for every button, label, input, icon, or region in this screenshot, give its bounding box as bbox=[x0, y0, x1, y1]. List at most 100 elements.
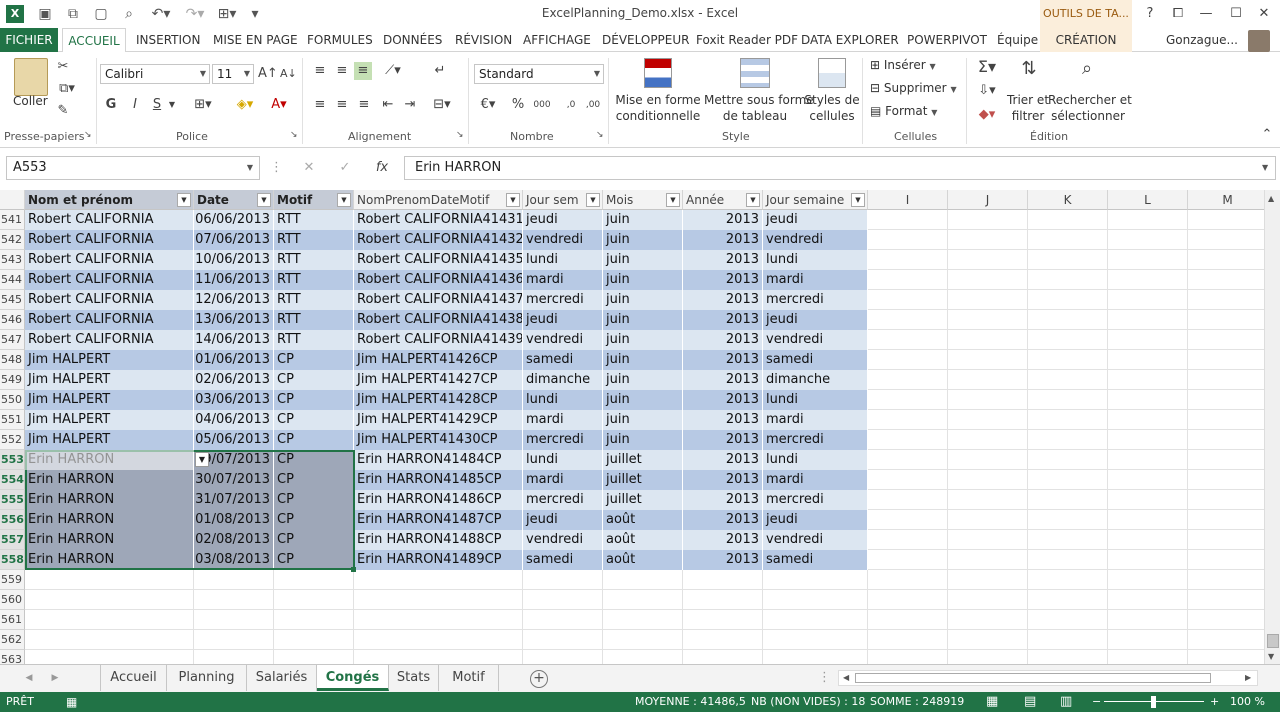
table-cell-jsem[interactable]: vendredi bbox=[763, 230, 868, 250]
row-number[interactable]: 552 bbox=[0, 430, 25, 450]
table-cell-motif[interactable]: CP bbox=[274, 510, 354, 530]
bold-button[interactable]: G bbox=[104, 96, 118, 114]
col-header-motif[interactable]: Motif ▼ bbox=[274, 190, 354, 210]
empty-cell[interactable] bbox=[1108, 230, 1188, 250]
table-cell-motif[interactable]: RTT bbox=[274, 330, 354, 350]
empty-cell[interactable] bbox=[1188, 270, 1264, 290]
table-cell-annee[interactable]: 2013 bbox=[683, 490, 763, 510]
empty-cell[interactable] bbox=[1028, 490, 1108, 510]
table-cell-js[interactable]: vendredi bbox=[523, 330, 603, 350]
table-cell-js[interactable]: mardi bbox=[523, 470, 603, 490]
table-cell-name[interactable]: Robert CALIFORNIA bbox=[25, 250, 194, 270]
empty-cell[interactable] bbox=[354, 570, 523, 590]
close-icon[interactable]: ✕ bbox=[1250, 2, 1278, 26]
autosum-icon[interactable]: Σ▾ bbox=[974, 58, 1000, 76]
empty-cell[interactable] bbox=[948, 650, 1028, 664]
filter-dropdown-icon[interactable]: ▼ bbox=[666, 193, 680, 207]
page-layout-view-icon[interactable]: ▤ bbox=[1024, 692, 1036, 712]
tab-data[interactable]: DONNÉES bbox=[379, 28, 446, 52]
table-cell-name[interactable]: Erin HARRON bbox=[25, 530, 194, 550]
table-cell-combo[interactable]: Robert CALIFORNIA41436RTT bbox=[354, 270, 523, 290]
table-cell-annee[interactable]: 2013 bbox=[683, 450, 763, 470]
table-cell-jsem[interactable]: jeudi bbox=[763, 510, 868, 530]
minimize-icon[interactable]: — bbox=[1192, 2, 1220, 26]
empty-cell[interactable] bbox=[1108, 370, 1188, 390]
table-cell-jsem[interactable]: mercredi bbox=[763, 490, 868, 510]
table-cell-date[interactable]: 02/08/2013 bbox=[194, 530, 274, 550]
sheet-tab-accueil[interactable]: Accueil bbox=[101, 665, 167, 691]
row-number[interactable]: 555 bbox=[0, 490, 25, 510]
formula-bar-handle-icon[interactable]: ⋮ bbox=[270, 159, 283, 177]
table-cell-combo[interactable]: Jim HALPERT41426CP bbox=[354, 350, 523, 370]
table-cell-mois[interactable]: juin bbox=[603, 430, 683, 450]
table-cell-combo[interactable]: Robert CALIFORNIA41431RTT bbox=[354, 210, 523, 230]
tab-data-explorer[interactable]: DATA EXPLORER bbox=[797, 28, 903, 52]
table-cell-date[interactable]: 14/06/2013 bbox=[194, 330, 274, 350]
filter-dropdown-icon[interactable]: ▼ bbox=[586, 193, 600, 207]
prev-sheet-icon[interactable]: ◀ bbox=[22, 669, 36, 687]
row-number[interactable]: 548 bbox=[0, 350, 25, 370]
row-number[interactable]: 544 bbox=[0, 270, 25, 290]
normal-view-icon[interactable]: ▦ bbox=[986, 692, 998, 712]
empty-cell[interactable] bbox=[868, 210, 948, 230]
table-cell-date[interactable]: 02/06/2013 bbox=[194, 370, 274, 390]
filter-dropdown-icon[interactable]: ▼ bbox=[851, 193, 865, 207]
tab-formulas[interactable]: FORMULES bbox=[303, 28, 377, 52]
row-number[interactable]: 561 bbox=[0, 610, 25, 630]
zoom-level[interactable]: 100 % bbox=[1230, 692, 1265, 712]
new-sheet-icon[interactable]: + bbox=[530, 670, 548, 688]
empty-cell[interactable] bbox=[1028, 390, 1108, 410]
empty-cell[interactable] bbox=[1188, 590, 1264, 610]
empty-cell[interactable] bbox=[948, 610, 1028, 630]
table-cell-date[interactable]: 10/06/2013 bbox=[194, 250, 274, 270]
conditional-format-button[interactable]: Mise en forme conditionnelle bbox=[614, 92, 702, 124]
tab-page-layout[interactable]: MISE EN PAGE bbox=[209, 28, 302, 52]
page-break-view-icon[interactable]: ▥ bbox=[1060, 692, 1072, 712]
empty-cell[interactable] bbox=[948, 370, 1028, 390]
empty-cell[interactable] bbox=[948, 290, 1028, 310]
scroll-thumb[interactable] bbox=[1267, 634, 1279, 648]
empty-cell[interactable] bbox=[763, 570, 868, 590]
empty-cell[interactable] bbox=[1028, 530, 1108, 550]
col-header-l[interactable]: L bbox=[1108, 190, 1188, 210]
table-cell-js[interactable]: jeudi bbox=[523, 310, 603, 330]
table-cell-motif[interactable]: CP bbox=[274, 470, 354, 490]
cut-icon[interactable]: ✂ bbox=[54, 58, 72, 76]
table-cell-combo[interactable]: Jim HALPERT41427CP bbox=[354, 370, 523, 390]
empty-cell[interactable] bbox=[1188, 650, 1264, 664]
empty-cell[interactable] bbox=[1188, 370, 1264, 390]
zoom-slider-thumb[interactable] bbox=[1151, 696, 1156, 708]
font-launcher-icon[interactable]: ↘ bbox=[290, 130, 298, 140]
table-cell-combo[interactable]: Erin HARRON41487CP bbox=[354, 510, 523, 530]
table-cell-js[interactable]: mardi bbox=[523, 410, 603, 430]
italic-button[interactable]: I bbox=[128, 96, 142, 114]
enter-icon[interactable]: ✓ bbox=[336, 159, 354, 177]
table-cell-annee[interactable]: 2013 bbox=[683, 250, 763, 270]
table-cell-date[interactable]: 13/06/2013 bbox=[194, 310, 274, 330]
row-number[interactable]: 559 bbox=[0, 570, 25, 590]
table-cell-mois[interactable]: juin bbox=[603, 410, 683, 430]
empty-cell[interactable] bbox=[1028, 350, 1108, 370]
empty-cell[interactable] bbox=[523, 630, 603, 650]
empty-cell[interactable] bbox=[1028, 510, 1108, 530]
row-number[interactable]: 560 bbox=[0, 590, 25, 610]
table-cell-js[interactable]: jeudi bbox=[523, 210, 603, 230]
col-header-date[interactable]: Date ▼ bbox=[194, 190, 274, 210]
empty-cell[interactable] bbox=[194, 570, 274, 590]
table-cell-mois[interactable]: juillet bbox=[603, 490, 683, 510]
zoom-in-icon[interactable]: + bbox=[1210, 692, 1219, 712]
empty-cell[interactable] bbox=[603, 650, 683, 664]
empty-cell[interactable] bbox=[948, 230, 1028, 250]
empty-cell[interactable] bbox=[1188, 490, 1264, 510]
table-cell-mois[interactable]: juin bbox=[603, 330, 683, 350]
empty-cell[interactable] bbox=[603, 590, 683, 610]
empty-cell[interactable] bbox=[523, 590, 603, 610]
zoom-out-icon[interactable]: − bbox=[1092, 692, 1101, 712]
table-cell-date[interactable]: 12/06/2013 bbox=[194, 290, 274, 310]
empty-cell[interactable] bbox=[1108, 210, 1188, 230]
table-cell-motif[interactable]: CP bbox=[274, 550, 354, 570]
table-cell-js[interactable]: samedi bbox=[523, 550, 603, 570]
row-number[interactable]: 549 bbox=[0, 370, 25, 390]
table-cell-name[interactable]: Robert CALIFORNIA bbox=[25, 290, 194, 310]
empty-cell[interactable] bbox=[1028, 230, 1108, 250]
